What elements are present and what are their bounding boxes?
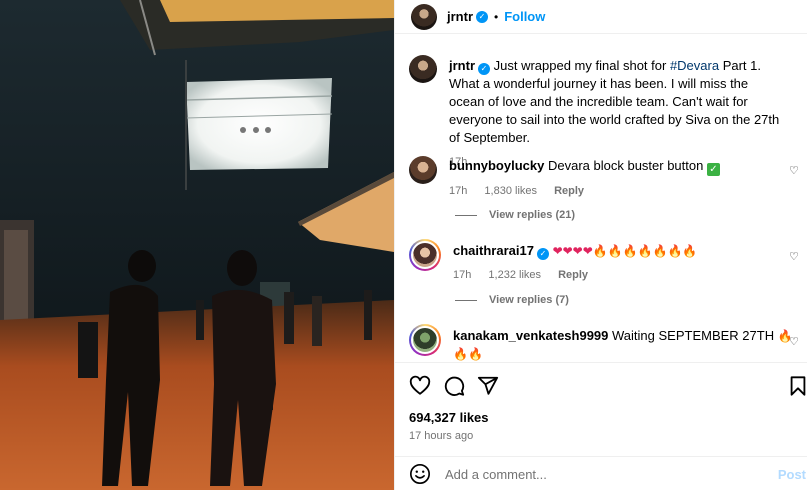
comment-text: Waiting SEPTEMBER 27TH <box>612 328 775 343</box>
post-panel: jrntr ✓ • Follow jrntr ✓ Just wrapped my … <box>394 0 807 490</box>
comment-text: Devara block buster button <box>547 158 704 173</box>
story-ring-avatar[interactable] <box>409 324 441 356</box>
caption-avatar[interactable] <box>409 55 437 83</box>
view-replies-label: View replies (21) <box>489 209 576 221</box>
post-comment-button[interactable]: Post <box>778 467 806 482</box>
verified-icon: ✓ <box>476 10 488 23</box>
like-comment-heart-icon[interactable]: ♡ <box>789 164 799 177</box>
comment-time: 17h <box>453 269 472 281</box>
comment-emojis: ❤❤❤❤🔥🔥🔥🔥🔥🔥🔥 <box>552 244 698 258</box>
post-actions: 694,327 likes 17 hours ago Post <box>395 362 807 490</box>
film-set-image <box>0 0 394 490</box>
view-replies-label: View replies (7) <box>489 294 569 306</box>
comment-item: chaithrarai17 ✓ ❤❤❤❤🔥🔥🔥🔥🔥🔥🔥 17h 1,232 lik… <box>409 239 803 284</box>
reply-button[interactable]: Reply <box>558 269 588 281</box>
add-comment-bar: Post <box>395 456 807 490</box>
view-replies-line <box>455 214 477 216</box>
commenter-username[interactable]: bunnyboylucky <box>449 158 544 173</box>
follow-button[interactable]: Follow <box>504 9 545 24</box>
comments-list[interactable]: jrntr ✓ Just wrapped my final shot for #D… <box>395 35 807 361</box>
comment-icon[interactable] <box>443 375 465 397</box>
hashtag-link[interactable]: #Devara <box>670 58 719 73</box>
comment-likes[interactable]: 1,232 likes <box>488 269 541 281</box>
story-ring-avatar[interactable] <box>409 239 441 271</box>
separator-dot: • <box>494 9 499 24</box>
caption: jrntr ✓ Just wrapped my final shot for #D… <box>409 55 784 171</box>
post-header: jrntr ✓ • Follow <box>395 0 807 34</box>
view-replies-line <box>455 299 477 301</box>
commenter-username[interactable]: kanakam_venkatesh9999 <box>453 328 608 343</box>
check-mark-icon: ✓ <box>706 163 720 176</box>
emoji-icon[interactable] <box>409 463 431 485</box>
reply-button[interactable]: Reply <box>554 185 584 197</box>
comment-input[interactable] <box>445 466 765 482</box>
save-bookmark-icon[interactable] <box>787 375 807 397</box>
comment-item: bunnyboylucky Devara block buster button… <box>409 156 799 200</box>
like-comment-heart-icon[interactable]: ♡ <box>789 335 803 348</box>
comment-likes[interactable]: 1,830 likes <box>484 185 537 197</box>
like-comment-heart-icon[interactable]: ♡ <box>789 250 803 263</box>
like-heart-icon[interactable] <box>409 375 431 397</box>
post-photo[interactable] <box>0 0 394 490</box>
commenter-username[interactable]: chaithrarai17 <box>453 243 534 258</box>
verified-icon: ✓ <box>478 63 490 75</box>
author-avatar[interactable] <box>411 3 437 30</box>
view-replies-button[interactable]: View replies (21) <box>455 209 575 221</box>
comment-time: 17h <box>449 185 468 197</box>
author-username[interactable]: jrntr <box>447 9 473 24</box>
caption-text-start: Just wrapped my final shot for <box>493 58 670 73</box>
caption-username[interactable]: jrntr <box>449 58 475 73</box>
verified-icon: ✓ <box>536 248 549 260</box>
commenter-avatar[interactable] <box>409 156 437 184</box>
post-time: 17 hours ago <box>409 430 474 442</box>
share-icon[interactable] <box>477 375 499 397</box>
view-replies-button[interactable]: View replies (7) <box>455 294 569 306</box>
likes-count[interactable]: 694,327 likes <box>409 410 489 425</box>
comment-item: kanakam_venkatesh9999 Waiting SEPTEMBER … <box>409 324 803 361</box>
